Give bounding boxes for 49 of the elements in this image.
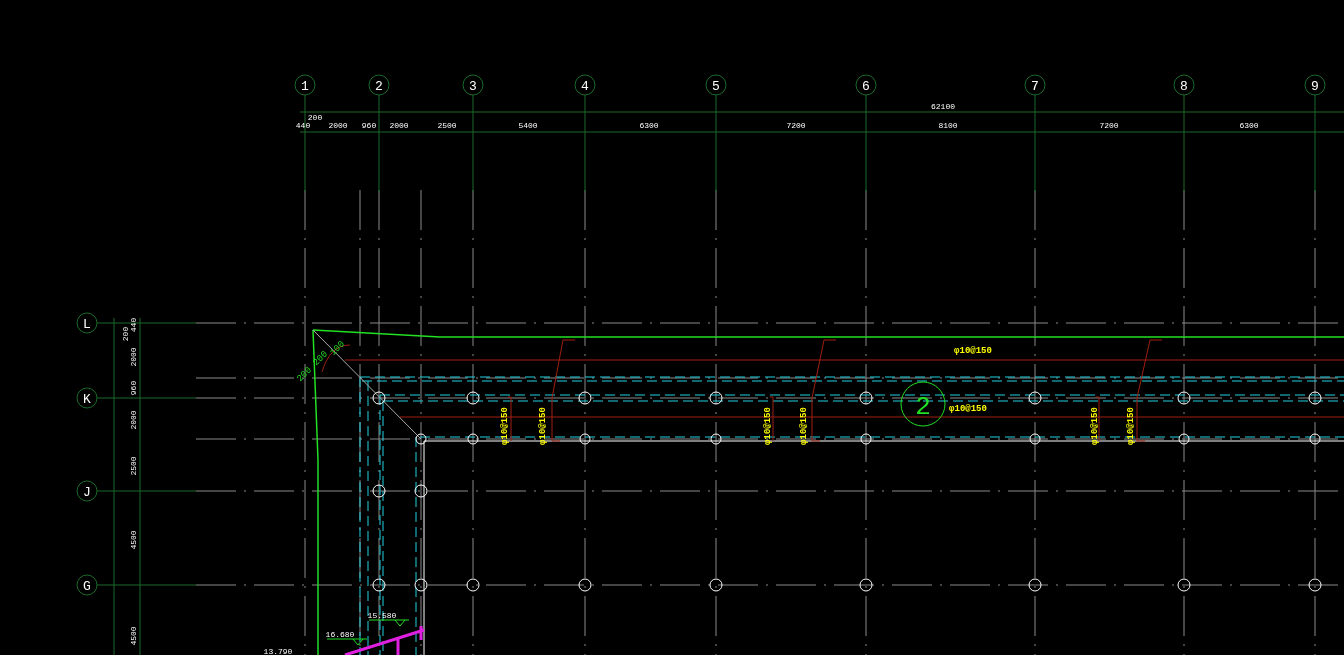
dimension-label: 4500	[129, 626, 138, 646]
dimension-label: 4500	[129, 530, 138, 550]
grid-axis-bubble: 5	[705, 74, 727, 96]
dimension-label: 440	[129, 317, 138, 333]
dimension-label: 62100	[931, 102, 955, 111]
grid-axis-bubble: L	[76, 312, 98, 334]
grid-axis-bubble: J	[76, 480, 98, 502]
rebar-annotation: φ10@150	[763, 407, 773, 445]
dimension-label: 960	[129, 380, 138, 396]
rebar-annotation: φ10@150	[538, 407, 548, 445]
grid-axis-bubble: 7	[1024, 74, 1046, 96]
dimension-label: 2500	[129, 456, 138, 476]
grid-axis-bubble: 1	[294, 74, 316, 96]
grid-axis-bubble: 3	[462, 74, 484, 96]
dimension-label: 2500	[437, 121, 457, 130]
dimension-label: 6300	[639, 121, 659, 130]
dimension-label: 2000	[328, 121, 348, 130]
grid-axis-bubble: K	[76, 387, 98, 409]
grid-axis-bubble: 4	[574, 74, 596, 96]
dimension-label: 200	[307, 113, 323, 122]
grid-axis-bubble: 2	[368, 74, 390, 96]
grid-axis-bubble: 6	[855, 74, 877, 96]
dimension-label: 2000	[389, 121, 409, 130]
rebar-annotation: φ10@150	[1126, 407, 1136, 445]
section-mark: 2	[900, 381, 946, 427]
rebar-annotation: φ10@150	[949, 404, 987, 414]
dimension-label: 8100	[938, 121, 958, 130]
rebar-annotation: φ10@150	[954, 346, 992, 356]
dimension-label: 960	[361, 121, 377, 130]
elevation-label: 15.580	[367, 611, 397, 620]
grid-axis-bubble: 8	[1173, 74, 1195, 96]
dimension-label: 200	[311, 349, 330, 368]
dimension-label: 440	[295, 121, 311, 130]
rebar-annotation: φ10@150	[500, 407, 510, 445]
dimension-label: 2000	[129, 347, 138, 367]
dimension-label: 5400	[518, 121, 538, 130]
dimension-label: 7200	[786, 121, 806, 130]
elevation-label: 13.790	[263, 647, 293, 655]
rebar-annotation: φ10@150	[799, 407, 809, 445]
elevation-label: 16.680	[325, 630, 355, 639]
grid-axis-bubble: 9	[1304, 74, 1326, 96]
dimension-label: 200	[121, 326, 130, 342]
dimension-label: 7200	[1099, 121, 1119, 130]
dimension-label: 200	[295, 365, 314, 384]
dimension-label: 6300	[1239, 121, 1259, 130]
dimension-label: 100	[328, 339, 347, 358]
rebar-annotation: φ10@150	[1090, 407, 1100, 445]
dimension-label: 2000	[129, 410, 138, 430]
grid-axis-bubble: G	[76, 574, 98, 596]
